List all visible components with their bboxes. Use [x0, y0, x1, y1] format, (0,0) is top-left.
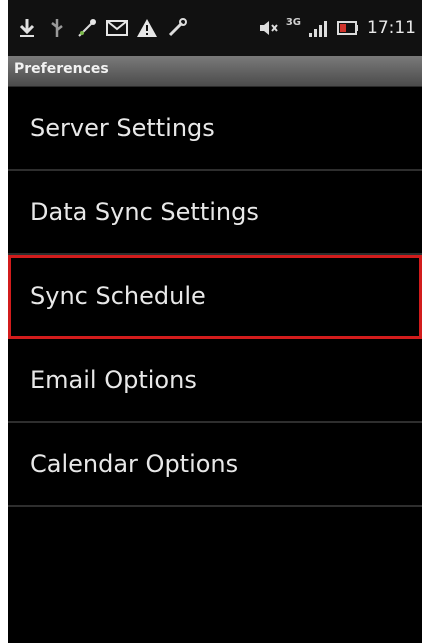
menu-item-data-sync-settings[interactable]: Data Sync Settings — [8, 171, 422, 255]
menu-item-label: Data Sync Settings — [30, 198, 259, 226]
download-icon — [14, 15, 40, 41]
tools-icon — [164, 15, 190, 41]
menu-item-calendar-options[interactable]: Calendar Options — [8, 423, 422, 507]
phone-screen: 3G 17:11 Preferences Server Settings Dat… — [8, 0, 422, 643]
preferences-list: Server Settings Data Sync Settings Sync … — [8, 87, 422, 507]
menu-item-server-settings[interactable]: Server Settings — [8, 87, 422, 171]
network-type-label: 3G — [285, 17, 301, 28]
menu-item-label: Calendar Options — [30, 450, 239, 478]
signal-bars-icon — [305, 15, 331, 41]
menu-item-label: Server Settings — [30, 114, 215, 142]
system-icons: 3G 17:11 — [252, 15, 416, 41]
signal-boost-icon — [74, 15, 100, 41]
usb-icon — [44, 15, 70, 41]
menu-item-label: Sync Schedule — [30, 282, 206, 310]
page-title: Preferences — [14, 61, 109, 77]
status-bar: 3G 17:11 — [8, 0, 422, 56]
menu-item-sync-schedule[interactable]: Sync Schedule — [8, 255, 422, 339]
screen-frame: 3G 17:11 Preferences Server Settings Dat… — [0, 0, 422, 643]
warning-icon — [134, 15, 160, 41]
menu-item-label: Email Options — [30, 366, 197, 394]
mail-icon — [104, 15, 130, 41]
menu-item-email-options[interactable]: Email Options — [8, 339, 422, 423]
battery-icon — [335, 15, 361, 41]
notification-icons — [10, 15, 190, 41]
mute-icon — [256, 15, 282, 41]
status-time: 17:11 — [367, 18, 416, 38]
title-bar: Preferences — [8, 56, 422, 87]
